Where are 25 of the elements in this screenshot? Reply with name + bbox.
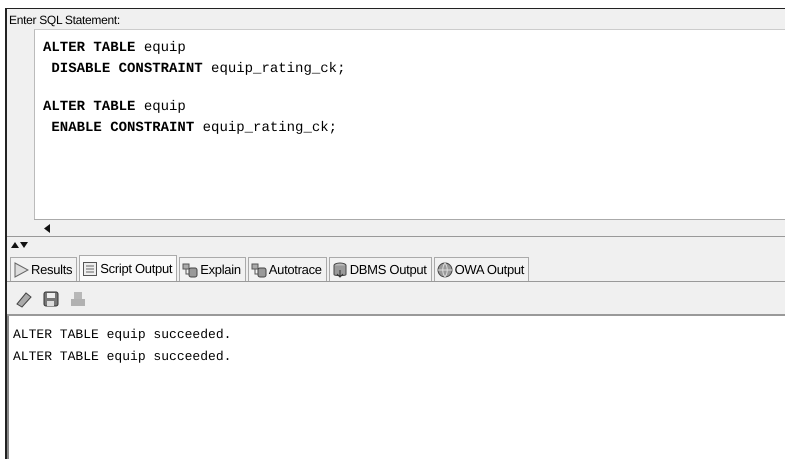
output-line: ALTER TABLE equip succeeded. <box>13 348 232 366</box>
database-tree-icon <box>250 262 267 278</box>
tab[interactable]: Script Output <box>79 255 178 281</box>
splitter-arrows-icon[interactable] <box>11 241 29 249</box>
document-icon <box>82 260 98 276</box>
tab[interactable]: Autotrace <box>248 257 327 281</box>
tab[interactable]: Explain <box>179 257 246 281</box>
database-icon <box>332 262 348 278</box>
tab[interactable]: OWA Output <box>434 257 530 281</box>
code-line: DISABLE CONSTRAINT equip_rating_ck; <box>50 60 346 79</box>
code-line: ALTER TABLE equip <box>43 39 187 58</box>
output-line: ALTER TABLE equip succeeded. <box>13 326 232 344</box>
eraser-icon[interactable] <box>15 290 33 308</box>
horizontal-scrollbar[interactable] <box>34 219 785 236</box>
globe-icon <box>436 262 453 278</box>
code-line: ENABLE CONSTRAINT equip_rating_ck; <box>50 119 338 138</box>
tab[interactable]: DBMS Output <box>328 257 432 281</box>
editor-label: Enter SQL Statement: <box>8 12 121 29</box>
sql-editor[interactable]: ALTER TABLE equip DISABLE CONSTRAINT equip_rating_ck; ALTER TABLE equip ENABLE CONSTRAINT equip_rating_ck; <box>34 29 785 219</box>
save-icon[interactable] <box>42 290 60 308</box>
code-line: ALTER TABLE equip <box>43 98 187 117</box>
database-tree-icon <box>182 262 198 278</box>
play-icon <box>13 262 29 278</box>
tab[interactable]: Results <box>10 257 78 281</box>
scroll-left-icon[interactable] <box>44 224 50 232</box>
